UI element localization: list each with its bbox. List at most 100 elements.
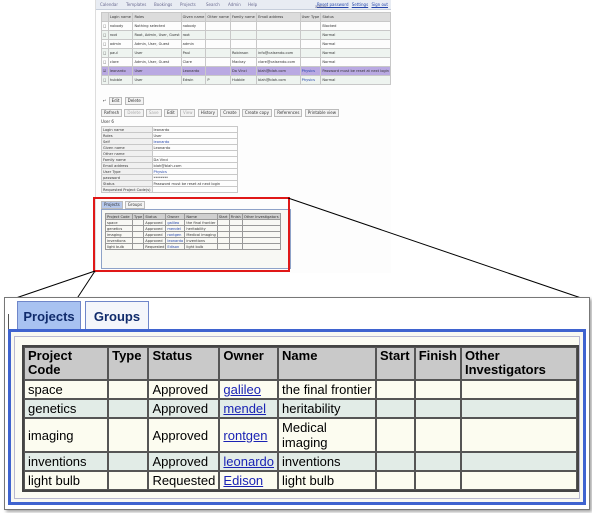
header-type[interactable]: Type [108, 347, 149, 380]
cell: Normal [320, 30, 391, 40]
usertype-link[interactable]: Physics [154, 170, 167, 174]
edit-user-button[interactable]: Edit [108, 97, 123, 105]
projects-panel-body: Project Code Type Status Owner Name Star… [14, 336, 580, 499]
delete-button[interactable]: Delete [124, 109, 144, 117]
nav-bookings[interactable]: Bookings [154, 2, 172, 7]
table-row[interactable]: genetics Approved mendel heritability [24, 399, 577, 418]
row-checkbox[interactable]: □ [101, 30, 109, 40]
users-table: Login name Roles Given name Other name F… [101, 12, 391, 85]
cell: paul [107, 48, 134, 58]
edit-button[interactable]: Edit [163, 109, 178, 117]
header-other[interactable]: Other name [205, 12, 231, 22]
cell: User [132, 75, 182, 85]
header-other-investigators[interactable]: Other Investigators [460, 347, 577, 380]
cell [229, 39, 258, 49]
table-row[interactable]: inventions Approved leonardo inventions [24, 452, 577, 471]
header-email[interactable]: Email address [256, 12, 301, 22]
row-checkbox[interactable]: ☑ [101, 66, 109, 76]
cell [256, 39, 301, 49]
header-finish[interactable]: Finish [414, 347, 461, 380]
header-status[interactable]: Status [148, 347, 220, 380]
nav-projects[interactable]: Projects [180, 2, 196, 7]
cell: hubble [107, 75, 134, 85]
user-id-label: User 6 [101, 119, 114, 124]
cell-project-code: light bulb [24, 471, 109, 490]
row-checkbox[interactable]: □ [101, 75, 109, 85]
tab-projects[interactable]: Projects [17, 301, 81, 330]
references-button[interactable]: References [274, 109, 303, 117]
row-checkbox[interactable]: □ [101, 48, 109, 58]
printable-view-button[interactable]: Printable view [304, 109, 340, 117]
table-row[interactable]: □ paul User Paul Robinson info@calsendo.com No… [101, 48, 391, 58]
header-given[interactable]: Given name [180, 12, 207, 22]
cell: Paul [180, 48, 207, 58]
table-row[interactable]: light bulb Requested Edison light bulb [24, 471, 577, 490]
cell: Nothing selected [132, 21, 182, 31]
owner-link[interactable]: Edison [223, 473, 263, 488]
arrow-icon: ↵ [103, 98, 107, 103]
cell: Physics [299, 75, 322, 85]
header-login[interactable]: Login name [107, 12, 134, 22]
cell-type [108, 471, 149, 490]
table-row[interactable]: □ nobody Nothing selected nobody Blocked [101, 21, 391, 31]
detail-key: Requested Project Code(s) [101, 186, 153, 193]
create-button[interactable]: Create [220, 109, 240, 117]
cell: Mackay [229, 57, 258, 67]
nav-admin[interactable]: Admin [228, 2, 241, 7]
table-row[interactable]: □ admin Admin, User, Guest admin Normal [101, 39, 391, 49]
table-row-selected[interactable]: ☑ leonardo User Leonardo Da Vinci blah@blah.c… [101, 66, 391, 76]
header-roles[interactable]: Roles [132, 12, 182, 22]
cell-finish [414, 452, 461, 471]
select-column-header [101, 12, 109, 22]
nav-templates[interactable]: Templates [126, 2, 146, 7]
table-row[interactable]: □ clare Admin, User, Guest Clare Mackay clare… [101, 57, 391, 67]
delete-user-button[interactable]: Delete [124, 97, 144, 105]
cell-name: heritability [278, 399, 376, 418]
header-usertype[interactable]: User Type [299, 12, 322, 22]
row-checkbox[interactable]: □ [101, 21, 109, 31]
save-button[interactable]: Save [145, 109, 162, 117]
table-row[interactable]: □ hubble User Edwin P Hubble blah@blah.com Phys… [101, 75, 391, 85]
history-button[interactable]: History [197, 109, 218, 117]
cell: Blocked [320, 21, 391, 31]
header-start[interactable]: Start [375, 347, 415, 380]
nav-help[interactable]: Help [248, 2, 257, 7]
current-user: admin [315, 4, 328, 9]
row-checkbox[interactable]: □ [101, 57, 109, 67]
cell-other [460, 452, 577, 471]
table-row[interactable]: space Approved galileo the final frontie… [24, 380, 577, 399]
create-copy-button[interactable]: Create copy [241, 109, 272, 117]
tab-groups[interactable]: Groups [85, 301, 149, 330]
table-row[interactable]: □ root Root, Admin, User, Guest root Normal [101, 30, 391, 40]
header-project-code[interactable]: Project Code [24, 347, 109, 380]
nav-calendar[interactable]: Calendar [100, 2, 118, 7]
nav-search[interactable]: Search [206, 2, 220, 7]
view-button[interactable]: View [179, 109, 196, 117]
usertype-link[interactable]: Physics [302, 78, 315, 82]
detail-value [151, 186, 238, 193]
owner-link[interactable]: galileo [223, 382, 261, 397]
table-header-row: Project Code Type Status Owner Name Star… [24, 347, 577, 380]
owner-link[interactable]: rontgen [223, 428, 267, 443]
cell: Password must be reset at next login [320, 66, 391, 76]
cell: blah@blah.com [256, 66, 301, 76]
header-status[interactable]: Status [320, 12, 391, 22]
sign-out-link[interactable]: Sign out [371, 2, 388, 7]
table-row[interactable]: imaging Approved rontgen Medical imaging [24, 418, 577, 452]
header-name[interactable]: Name [278, 347, 376, 380]
usertype-link[interactable]: Physics [302, 69, 315, 73]
owner-link[interactable]: mendel [223, 401, 266, 416]
cell-status: Approved [148, 399, 220, 418]
cell: nobody [180, 21, 207, 31]
cell-project-code: inventions [24, 452, 109, 471]
refresh-button[interactable]: Refresh [101, 109, 123, 117]
row-checkbox[interactable]: □ [101, 39, 109, 49]
owner-link[interactable]: leonardo [223, 454, 274, 469]
settings-link[interactable]: Settings [352, 2, 368, 7]
header-family[interactable]: Family name [229, 12, 258, 22]
projects-table: Project Code Type Status Owner Name Star… [22, 345, 579, 492]
cell-owner: Edison [219, 471, 279, 490]
header-owner[interactable]: Owner [219, 347, 279, 380]
zoom-highlight-box [93, 197, 290, 272]
self-link[interactable]: leonardo [154, 140, 170, 144]
